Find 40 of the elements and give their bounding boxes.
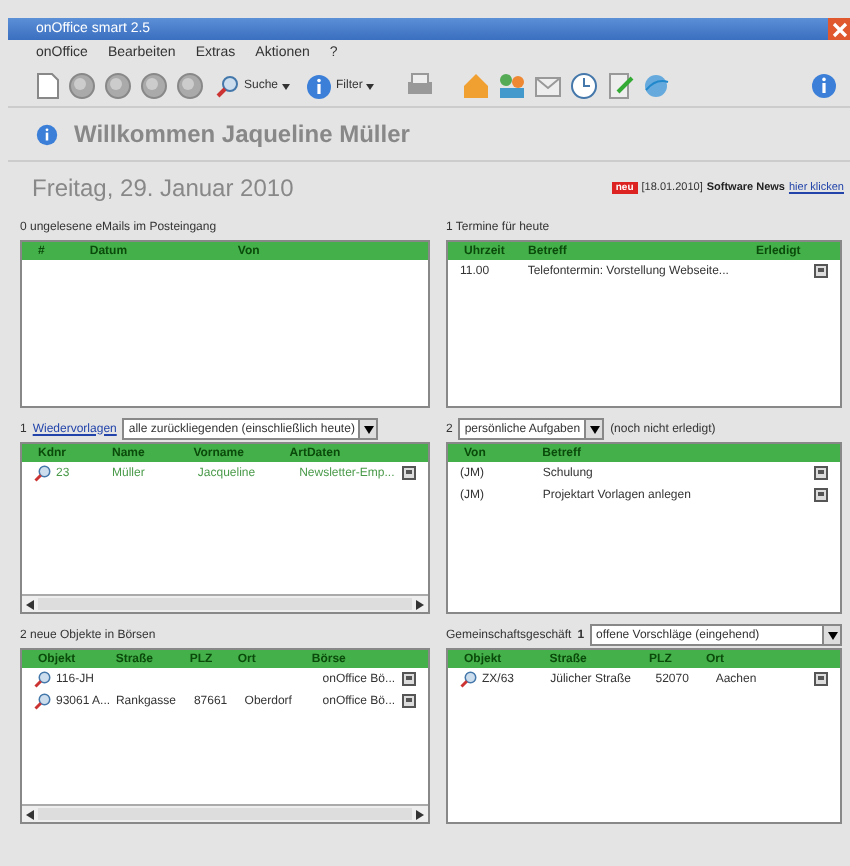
globe-icon[interactable] — [642, 72, 671, 100]
document-icon[interactable] — [402, 694, 416, 708]
document-icon[interactable] — [814, 488, 828, 502]
caret-icon — [589, 425, 600, 433]
printer-icon[interactable] — [406, 72, 435, 100]
envelope-icon[interactable] — [534, 72, 563, 100]
caret-icon — [363, 425, 374, 433]
document-icon[interactable] — [814, 466, 828, 480]
magnifier-icon[interactable] — [34, 464, 52, 482]
people-icon[interactable] — [498, 72, 527, 100]
scroll-left-icon[interactable] — [26, 809, 34, 819]
scroll-right-icon[interactable] — [416, 599, 424, 609]
new-document-icon[interactable] — [36, 72, 60, 100]
magnifier-icon[interactable] — [34, 670, 52, 688]
circle-icon[interactable] — [176, 72, 204, 100]
scroll-right-icon[interactable] — [416, 809, 424, 819]
horizontal-scrollbar[interactable] — [22, 804, 428, 822]
search-icon — [216, 74, 240, 98]
document-icon[interactable] — [814, 264, 828, 278]
clock-icon[interactable] — [570, 72, 599, 100]
info-icon — [36, 123, 58, 145]
circle-icon[interactable] — [68, 72, 96, 100]
notepad-icon[interactable] — [606, 72, 635, 100]
scroll-left-icon[interactable] — [26, 599, 34, 609]
caret-icon — [282, 83, 291, 89]
magnifier-icon[interactable] — [34, 692, 52, 710]
info-icon[interactable] — [810, 72, 838, 100]
close-icon[interactable] — [828, 18, 850, 40]
welcome-heading: Willkommen Jaqueline Müller — [74, 120, 410, 148]
circle-icon[interactable] — [140, 72, 168, 100]
circle-icon[interactable] — [104, 72, 132, 100]
caret-icon — [366, 83, 375, 89]
caret-icon — [827, 631, 837, 639]
date-heading: Freitag, 29. Januar 2010 — [32, 174, 294, 202]
info-icon — [306, 73, 333, 99]
horizontal-scrollbar[interactable] — [22, 594, 428, 612]
magnifier-icon[interactable] — [460, 670, 478, 688]
document-icon[interactable] — [814, 672, 828, 686]
document-icon[interactable] — [402, 466, 416, 480]
document-icon[interactable] — [402, 672, 416, 686]
